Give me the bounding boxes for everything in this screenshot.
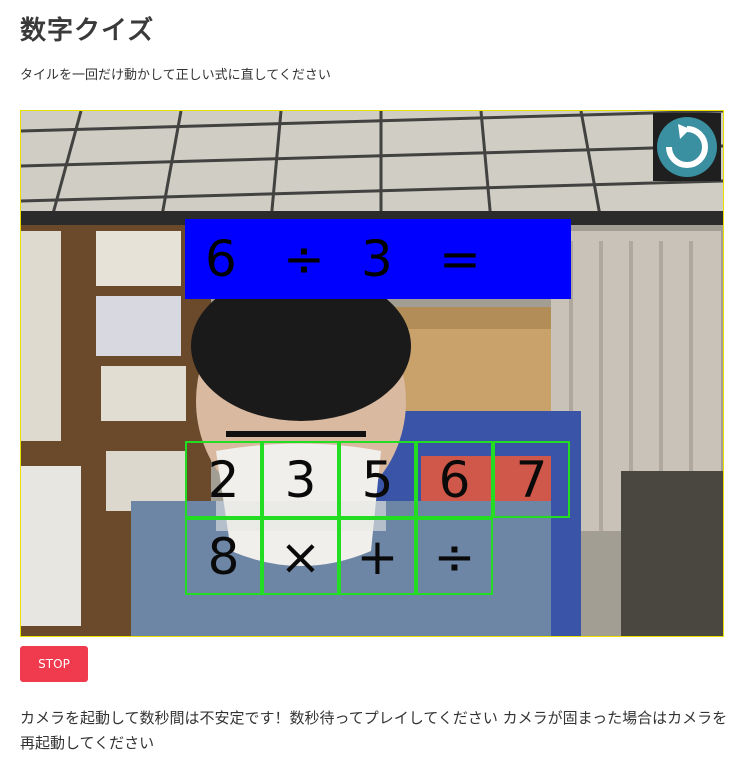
tile[interactable]: + <box>339 518 416 595</box>
camera-note: カメラを起動して数秒間は不安定です！数秒待ってプレイしてください カメラが固まっ… <box>20 709 728 752</box>
tile[interactable]: 6 <box>416 441 493 518</box>
equation-term: 3 <box>361 230 393 288</box>
camera-feed[interactable]: 6 ÷ 3 = 2 3 5 6 7 8 × + ÷ <box>20 110 724 637</box>
tile[interactable]: 3 <box>262 441 339 518</box>
tile[interactable]: ÷ <box>416 518 493 595</box>
equation-term: 6 <box>205 230 237 288</box>
tile[interactable]: 7 <box>493 441 570 518</box>
page: 数字クイズ タイルを一回だけ動かして正しい式に直してください 6 ÷ 3 = 2… <box>0 0 746 757</box>
tile[interactable]: 8 <box>185 518 262 595</box>
equation-term: = <box>439 230 481 288</box>
tile[interactable]: 5 <box>339 441 416 518</box>
stop-button[interactable]: STOP <box>20 646 88 682</box>
rotate-ccw-icon <box>657 117 717 177</box>
equation-term: ÷ <box>283 230 325 288</box>
reset-button[interactable] <box>653 113 721 181</box>
equation-panel: 6 ÷ 3 = <box>185 219 571 299</box>
tile[interactable]: 2 <box>185 441 262 518</box>
instruction-text: タイルを一回だけ動かして正しい式に直してください <box>20 68 331 83</box>
page-title: 数字クイズ <box>20 16 155 46</box>
tile-grid: 2 3 5 6 7 8 × + ÷ <box>185 441 573 596</box>
tile[interactable]: × <box>262 518 339 595</box>
